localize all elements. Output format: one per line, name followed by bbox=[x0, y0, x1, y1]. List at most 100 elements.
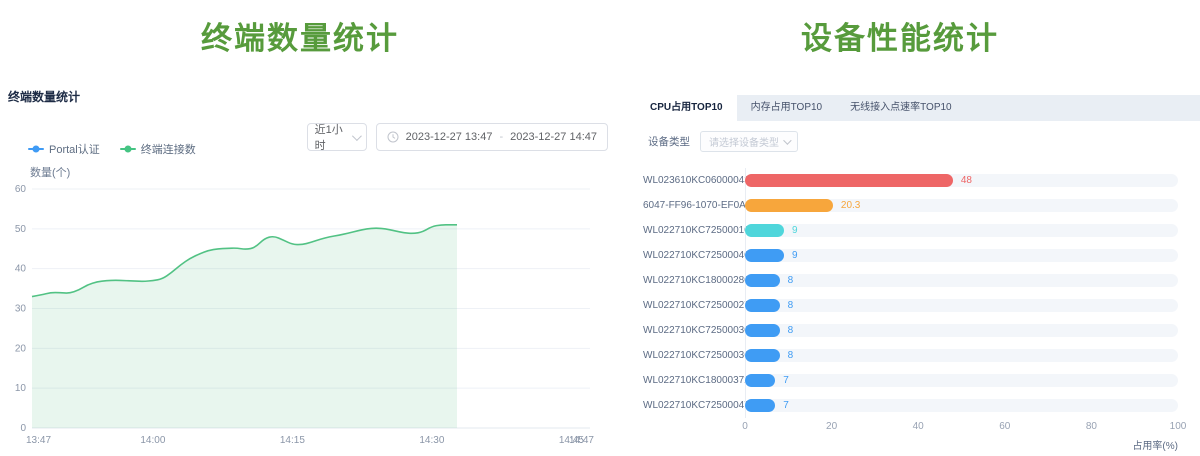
bar-track: 20.3 bbox=[745, 199, 1178, 212]
bar-track: 8 bbox=[745, 274, 1178, 287]
bar[interactable] bbox=[745, 399, 775, 412]
bar-row: WL022710KC18000280 8 bbox=[643, 268, 1178, 293]
bar-chart-x-axis-label: 占用率(%) bbox=[643, 437, 1178, 452]
bar[interactable] bbox=[745, 299, 780, 312]
date-range-separator: - bbox=[499, 131, 503, 143]
bar-track: 9 bbox=[745, 249, 1178, 262]
bar-value-label: 8 bbox=[788, 349, 794, 362]
bar-category-label: WL022710KC725000409 bbox=[643, 250, 733, 261]
bar-track: 9 bbox=[745, 224, 1178, 237]
y-tick-label: 40 bbox=[15, 264, 27, 275]
bar-track: 8 bbox=[745, 349, 1178, 362]
device-stats-section: 设备性能统计 CPU占用TOP10内存占用TOP10无线接入点速率TOP10 设… bbox=[600, 0, 1200, 456]
bar[interactable] bbox=[745, 349, 780, 362]
bar-chart-x-axis: 020406080100 bbox=[745, 421, 1178, 434]
bar-track: 8 bbox=[745, 299, 1178, 312]
y-tick-label: 30 bbox=[15, 304, 27, 315]
date-range-start: 2023-12-27 13:47 bbox=[406, 131, 493, 143]
y-axis-label: 数量(个) bbox=[30, 166, 70, 179]
device-type-placeholder: 请选择设备类型 bbox=[709, 134, 779, 149]
bar-row: WL022710KC725000102 9 bbox=[643, 218, 1178, 243]
x-tick-label: 14:30 bbox=[419, 435, 444, 446]
bar-value-label: 20.3 bbox=[841, 199, 860, 212]
bar-category-label: WL022710KC725000272 bbox=[643, 300, 733, 311]
date-range-picker[interactable]: 2023-12-27 13:47 - 2023-12-27 14:47 bbox=[376, 123, 608, 151]
bar[interactable] bbox=[745, 274, 780, 287]
clock-icon bbox=[387, 131, 399, 143]
bar-value-label: 8 bbox=[788, 299, 794, 312]
bar-track: 7 bbox=[745, 399, 1178, 412]
bar-category-label: 6047-FF96-1070-EF0A bbox=[643, 200, 733, 211]
bar-category-label: WL023610KC06000043 bbox=[643, 175, 733, 186]
bar-row: WL022710KC725000369 8 bbox=[643, 343, 1178, 368]
bar-row: WL022710KC725000272 8 bbox=[643, 293, 1178, 318]
x-tick-label: 80 bbox=[1086, 421, 1097, 432]
bar-track: 8 bbox=[745, 324, 1178, 337]
bar-row: WL022710KC18000372 7 bbox=[643, 368, 1178, 393]
device-type-select[interactable]: 请选择设备类型 bbox=[700, 131, 798, 152]
tab-内存占用TOP10[interactable]: 内存占用TOP10 bbox=[737, 95, 837, 121]
tab-无线接入点速率TOP10[interactable]: 无线接入点速率TOP10 bbox=[836, 95, 966, 121]
x-tick-label: 40 bbox=[913, 421, 924, 432]
bar-category-label: WL022710KC725000369 bbox=[643, 350, 733, 361]
bar-category-label: WL022710KC725000102 bbox=[643, 225, 733, 236]
x-tick-label: 13:47 bbox=[26, 435, 51, 446]
terminal-section-title: 终端数量统计 bbox=[0, 13, 600, 58]
dashboard-page: 终端数量统计 终端数量统计 近1小时 2023-12-27 13:47 - 20… bbox=[0, 0, 1200, 456]
time-range-select[interactable]: 近1小时 bbox=[307, 123, 367, 151]
x-tick-label: 20 bbox=[826, 421, 837, 432]
bar-row: WL022710KC725000470 7 bbox=[643, 393, 1178, 418]
bar[interactable] bbox=[745, 374, 775, 387]
bar[interactable] bbox=[745, 174, 953, 187]
bar-value-label: 7 bbox=[783, 374, 789, 387]
bar-value-label: 9 bbox=[792, 249, 798, 262]
bar[interactable] bbox=[745, 249, 784, 262]
bar-category-label: WL022710KC18000280 bbox=[643, 275, 733, 286]
x-tick-label: 14:15 bbox=[280, 435, 305, 446]
terminal-count-area-chart: 数量(个)010203040506013:4714:0014:1514:3014… bbox=[2, 162, 598, 454]
x-tick-label: 60 bbox=[999, 421, 1010, 432]
legend-item[interactable]: Portal认证 bbox=[28, 141, 100, 157]
y-tick-label: 50 bbox=[15, 224, 27, 235]
bar-value-label: 48 bbox=[961, 174, 972, 187]
device-type-filter: 设备类型 请选择设备类型 bbox=[648, 131, 798, 152]
bar-row: 6047-FF96-1070-EF0A 20.3 bbox=[643, 193, 1178, 218]
y-tick-label: 0 bbox=[20, 423, 26, 434]
legend-label: 终端连接数 bbox=[141, 141, 196, 157]
bar[interactable] bbox=[745, 199, 833, 212]
cpu-top10-bar-chart: WL023610KC06000043 48 6047-FF96-1070-EF0A 2… bbox=[643, 168, 1178, 452]
terminal-chart-controls: 近1小时 2023-12-27 13:47 - 2023-12-27 14:47 bbox=[307, 123, 608, 151]
bar[interactable] bbox=[745, 324, 780, 337]
bar-value-label: 8 bbox=[788, 324, 794, 337]
bar-category-label: WL022710KC725000470 bbox=[643, 400, 733, 411]
bar-track: 48 bbox=[745, 174, 1178, 187]
x-tick-label: 14:00 bbox=[140, 435, 165, 446]
bar-row: WL023610KC06000043 48 bbox=[643, 168, 1178, 193]
device-tabs: CPU占用TOP10内存占用TOP10无线接入点速率TOP10 bbox=[636, 95, 1200, 121]
legend-line-dot-icon bbox=[28, 148, 44, 150]
tab-CPU占用TOP10[interactable]: CPU占用TOP10 bbox=[636, 95, 737, 121]
legend-item[interactable]: 终端连接数 bbox=[120, 141, 196, 157]
bar[interactable] bbox=[745, 224, 784, 237]
chevron-down-icon bbox=[352, 131, 362, 141]
x-tick-label: 100 bbox=[1170, 421, 1187, 432]
chevron-down-icon bbox=[783, 136, 791, 144]
bar-category-label: WL022710KC18000372 bbox=[643, 375, 733, 386]
terminal-stats-section: 终端数量统计 终端数量统计 近1小时 2023-12-27 13:47 - 20… bbox=[0, 0, 600, 456]
date-range-end: 2023-12-27 14:47 bbox=[510, 131, 597, 143]
bar-category-label: WL022710KC725000307 bbox=[643, 325, 733, 336]
bar-row: WL022710KC725000409 9 bbox=[643, 243, 1178, 268]
device-section-title: 设备性能统计 bbox=[600, 13, 1200, 58]
bar-value-label: 9 bbox=[792, 224, 798, 237]
x-tick-label: 14:47 bbox=[569, 435, 594, 446]
chart-legend: Portal认证 终端连接数 bbox=[28, 141, 196, 157]
legend-line-dot-icon bbox=[120, 148, 136, 150]
bar-value-label: 7 bbox=[783, 399, 789, 412]
y-tick-label: 60 bbox=[15, 184, 27, 195]
series-area bbox=[32, 225, 457, 428]
y-tick-label: 20 bbox=[15, 343, 27, 354]
bar-value-label: 8 bbox=[788, 274, 794, 287]
x-tick-label: 0 bbox=[742, 421, 748, 432]
bar-track: 7 bbox=[745, 374, 1178, 387]
time-range-select-value: 近1小时 bbox=[315, 121, 352, 153]
